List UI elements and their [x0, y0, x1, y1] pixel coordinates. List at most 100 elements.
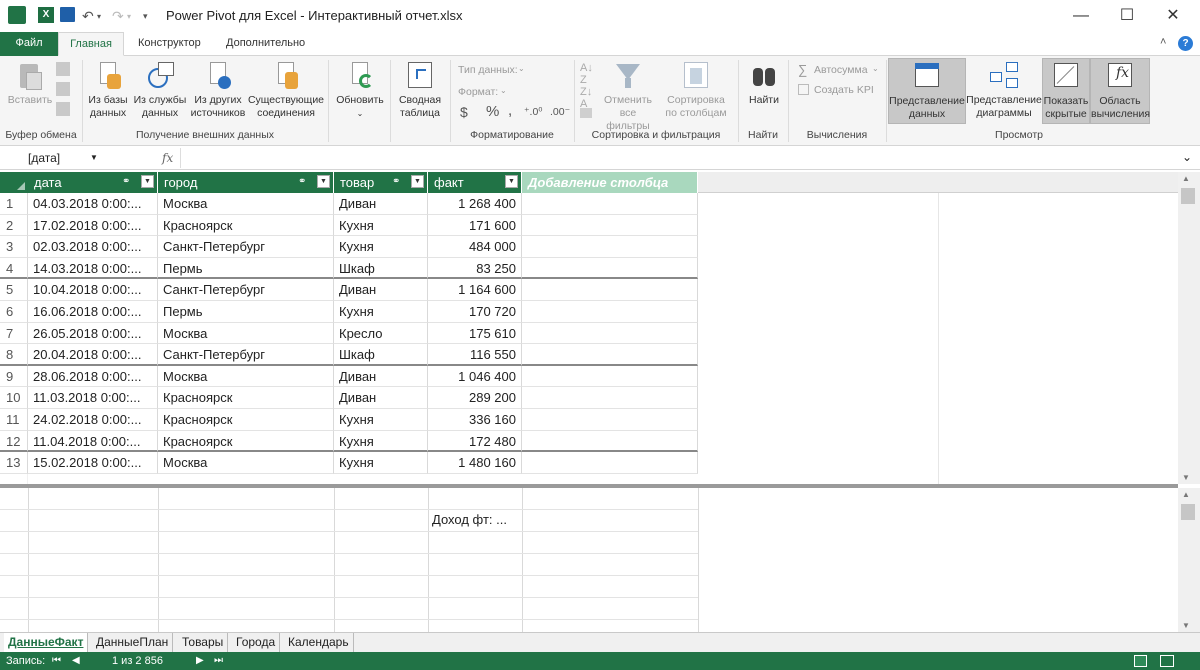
cell-fact[interactable]: 171 600: [428, 214, 522, 237]
cell-add-column[interactable]: [522, 344, 698, 366]
measure-cell[interactable]: Доход фт: ...: [432, 509, 507, 531]
cell-city[interactable]: Москва: [158, 452, 334, 474]
refresh-button[interactable]: Обновить ⌄: [332, 60, 388, 120]
table-row[interactable]: 8 20.04.2018 0:00:... Санкт-Петербург Шк…: [0, 344, 698, 366]
table-row[interactable]: 1 04.03.2018 0:00:... Москва Диван 1 268…: [0, 193, 698, 215]
cell-product[interactable]: Кресло: [334, 322, 428, 345]
cell-fact[interactable]: 83 250: [428, 257, 522, 280]
cell-add-column[interactable]: [522, 387, 698, 409]
percent-button[interactable]: %: [486, 103, 499, 120]
tab-design[interactable]: Конструктор: [128, 32, 211, 56]
table-row[interactable]: 7 26.05.2018 0:00:... Москва Кресло 175 …: [0, 322, 698, 345]
last-record-icon[interactable]: ⏭: [214, 652, 223, 670]
scroll-down-icon[interactable]: ▼: [1182, 621, 1190, 630]
cell-fact[interactable]: 116 550: [428, 344, 522, 366]
close-button[interactable]: ✕: [1150, 0, 1196, 32]
cell-add-column[interactable]: [522, 257, 698, 280]
row-number[interactable]: 12: [0, 430, 28, 453]
sheet-tab-calendar[interactable]: Календарь: [284, 633, 354, 652]
excel-icon[interactable]: X: [38, 7, 54, 23]
cell-fact[interactable]: 289 200: [428, 387, 522, 409]
cell-product[interactable]: Кухня: [334, 452, 428, 474]
cell-fact[interactable]: 1 164 600: [428, 279, 522, 301]
cell-product[interactable]: Диван: [334, 365, 428, 388]
comma-button[interactable]: ,: [508, 102, 512, 119]
grid-view-icon[interactable]: [1134, 655, 1147, 667]
cell-date[interactable]: 17.02.2018 0:00:...: [28, 214, 158, 237]
currency-button[interactable]: $: [460, 104, 468, 120]
cell-date[interactable]: 11.04.2018 0:00:...: [28, 430, 158, 453]
cell-date[interactable]: 24.02.2018 0:00:...: [28, 409, 158, 431]
table-row[interactable]: 13 15.02.2018 0:00:... Москва Кухня 1 48…: [0, 452, 698, 474]
cell-add-column[interactable]: [522, 236, 698, 258]
table-row[interactable]: 11 24.02.2018 0:00:... Красноярск Кухня …: [0, 409, 698, 431]
increase-decimal-button[interactable]: ⁺.0⁰: [524, 106, 543, 118]
redo-icon[interactable]: ↷: [112, 8, 124, 25]
filter-dropdown-icon[interactable]: ▼: [317, 175, 330, 188]
expand-formula-icon[interactable]: ⌄: [1182, 148, 1192, 166]
previous-record-icon[interactable]: ◀: [72, 652, 80, 670]
row-number[interactable]: 6: [0, 301, 28, 323]
cell-date[interactable]: 16.06.2018 0:00:...: [28, 301, 158, 323]
cell-product[interactable]: Кухня: [334, 301, 428, 323]
row-number[interactable]: 8: [0, 344, 28, 366]
cell-city[interactable]: Пермь: [158, 301, 334, 323]
cell-city[interactable]: Москва: [158, 322, 334, 345]
data-view-button[interactable]: Представление данных: [888, 58, 966, 124]
row-number[interactable]: 1: [0, 193, 28, 215]
row-number[interactable]: 11: [0, 409, 28, 431]
clear-sort-icon[interactable]: [580, 108, 592, 118]
cell-city[interactable]: Москва: [158, 193, 334, 215]
cell-fact[interactable]: 1 268 400: [428, 193, 522, 215]
cell-date[interactable]: 04.03.2018 0:00:...: [28, 193, 158, 215]
find-button[interactable]: Найти: [742, 60, 786, 107]
cell-product[interactable]: Шкаф: [334, 344, 428, 366]
cell-date[interactable]: 02.03.2018 0:00:...: [28, 236, 158, 258]
column-header-date[interactable]: дата: [28, 172, 158, 193]
maximize-button[interactable]: ☐: [1104, 0, 1150, 32]
fx-icon[interactable]: fx: [162, 149, 173, 167]
sheet-tab-products[interactable]: Товары: [178, 633, 229, 652]
row-number[interactable]: 10: [0, 387, 28, 409]
cell-add-column[interactable]: [522, 193, 698, 215]
format-dropdown-icon[interactable]: ⌄: [500, 86, 507, 95]
row-number[interactable]: 13: [0, 452, 28, 474]
table-row[interactable]: 10 11.03.2018 0:00:... Красноярск Диван …: [0, 387, 698, 409]
next-record-icon[interactable]: ▶: [196, 652, 204, 670]
cell-product[interactable]: Кухня: [334, 236, 428, 258]
clear-all-filters-button[interactable]: Отменить все фильтры: [598, 60, 658, 133]
row-number[interactable]: 9: [0, 365, 28, 388]
sheet-tab-cities[interactable]: Города: [232, 633, 281, 652]
minimize-button[interactable]: —: [1058, 0, 1104, 32]
autosum-button[interactable]: Автосумма: [814, 64, 868, 76]
cell-add-column[interactable]: [522, 214, 698, 237]
cell-city[interactable]: Красноярск: [158, 409, 334, 431]
formula-input[interactable]: [180, 148, 1180, 168]
cell-city[interactable]: Санкт-Петербург: [158, 279, 334, 301]
from-database-button[interactable]: Из базы данных: [84, 60, 132, 120]
filter-dropdown-icon[interactable]: ▼: [141, 175, 154, 188]
table-row[interactable]: 2 17.02.2018 0:00:... Красноярск Кухня 1…: [0, 214, 698, 237]
scroll-down-icon[interactable]: ▼: [1182, 473, 1190, 482]
filter-dropdown-icon[interactable]: ▼: [411, 175, 424, 188]
data-type-dropdown-icon[interactable]: ⌄: [518, 64, 525, 73]
sort-ascending-icon[interactable]: A↓ Z: [580, 62, 594, 86]
cell-city[interactable]: Красноярск: [158, 387, 334, 409]
cell-date[interactable]: 14.03.2018 0:00:...: [28, 257, 158, 280]
table-row[interactable]: 4 14.03.2018 0:00:... Пермь Шкаф 83 250: [0, 257, 698, 280]
cell-fact[interactable]: 1 480 160: [428, 452, 522, 474]
undo-dropdown-icon[interactable]: ▾: [97, 12, 101, 21]
cell-product[interactable]: Диван: [334, 387, 428, 409]
cell-product[interactable]: Диван: [334, 279, 428, 301]
table-row[interactable]: 9 28.06.2018 0:00:... Москва Диван 1 046…: [0, 365, 698, 388]
cell-date[interactable]: 10.04.2018 0:00:...: [28, 279, 158, 301]
pivot-table-button[interactable]: Сводная таблица: [394, 60, 446, 120]
tab-file[interactable]: Файл: [0, 32, 58, 56]
cell-city[interactable]: Москва: [158, 365, 334, 388]
tab-home[interactable]: Главная: [58, 32, 124, 56]
autosum-dropdown-icon[interactable]: ⌄: [872, 64, 879, 73]
cell-fact[interactable]: 175 610: [428, 322, 522, 345]
create-kpi-button[interactable]: Создать KPI: [814, 84, 874, 96]
vertical-scrollbar[interactable]: ▲ ▼: [1178, 172, 1200, 484]
scroll-thumb[interactable]: [1181, 504, 1195, 520]
